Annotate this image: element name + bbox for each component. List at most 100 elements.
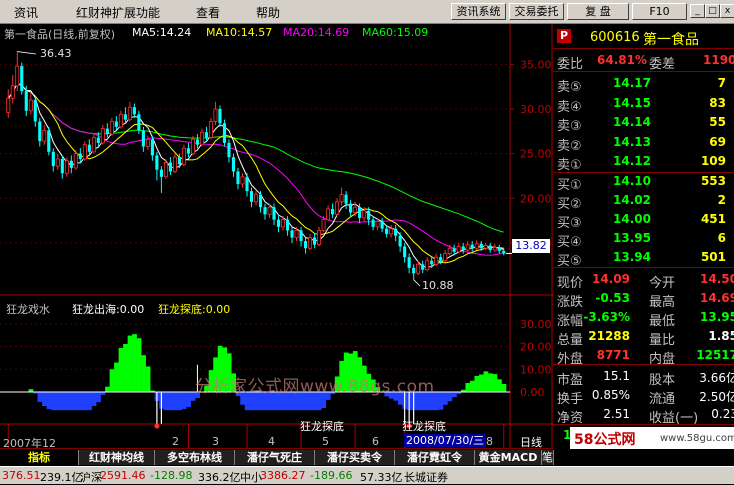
indicator-bar-negative (69, 392, 74, 410)
news-system-button[interactable]: 资讯系统 (451, 3, 506, 20)
stat-row: 总量 21288 量比 1.85 (553, 327, 734, 346)
price-tick-label: 30.00 (520, 103, 552, 116)
replay-button[interactable]: 复 盘 (567, 3, 629, 20)
status-item: 239.1亿 (40, 469, 83, 485)
date-label-5: 6 (372, 435, 379, 448)
ask-price: 14.14 (613, 115, 651, 129)
candle-body (345, 195, 348, 204)
finance-value: 15.1 (603, 369, 630, 383)
tab-indicator-label: 指标 (28, 451, 50, 464)
candle-body (403, 246, 406, 257)
indicator-line1-legend: 狂龙出海:0.00 (72, 301, 144, 317)
indicator-bar-positive (497, 379, 502, 392)
stat-row: 现价 14.09 今开 14.50 (553, 270, 734, 289)
f10-button[interactable]: F10 (632, 3, 687, 20)
status-item: 336.2亿 (198, 469, 241, 485)
indicator-bar-negative (65, 392, 70, 410)
ask-row[interactable]: 卖② 14.13 69 (553, 133, 734, 152)
candle-body (47, 130, 50, 151)
ask-row[interactable]: 卖⑤ 14.17 7 (553, 74, 734, 93)
indicator-bar-negative (177, 392, 182, 410)
candle-body (326, 209, 329, 220)
trade-order-button[interactable]: 交易委托 (509, 3, 564, 20)
candle-body (83, 145, 86, 159)
tab-pan-neon[interactable]: 潘仔霓虹令 (395, 450, 475, 465)
bid-row[interactable]: 买② 14.02 2 (553, 191, 734, 210)
low-price-label: 10.88 (422, 279, 454, 292)
stat-value: -0.53 (595, 291, 630, 305)
ask-row[interactable]: 卖④ 14.15 83 (553, 94, 734, 113)
candle-body (92, 138, 95, 152)
restore-icon[interactable]: □ (705, 4, 720, 18)
candle-body (439, 257, 442, 261)
tab-indicator[interactable]: 指标 (0, 450, 79, 465)
wb-label: 委比 (557, 53, 583, 72)
indicator-line2-legend: 狂龙探底:0.00 (158, 301, 230, 317)
candle-body (349, 204, 352, 213)
close-icon[interactable]: x (720, 4, 734, 18)
finance-row: 市盈 15.1 股本 3.66亿 (553, 367, 734, 386)
ask-price: 14.12 (613, 154, 651, 168)
candle-body (250, 191, 253, 202)
candle-body (65, 161, 68, 174)
status-item: 2591.46 (100, 469, 146, 482)
bid-row[interactable]: 买③ 14.00 451 (553, 210, 734, 229)
minimize-icon[interactable]: _ (690, 4, 705, 18)
bid-volume: 501 (701, 250, 726, 264)
bid-price: 14.00 (613, 212, 651, 226)
stat-row: 涨跌 -0.53 最高 14.69 (553, 289, 734, 308)
indicator-bar-positive (465, 383, 470, 392)
candle-body (484, 246, 487, 249)
menu-item-help[interactable]: 帮助 (256, 4, 280, 21)
candle-body (417, 264, 420, 273)
ask-label: 卖⑤ (557, 76, 582, 95)
menu-item-news[interactable]: 资讯 (14, 4, 38, 21)
candle-body (290, 230, 293, 237)
candle-body (52, 152, 55, 166)
candle-body (254, 195, 257, 202)
status-item: 沪深 (80, 469, 102, 485)
candle-body (137, 114, 140, 130)
bid-row[interactable]: 买④ 13.95 6 (553, 229, 734, 248)
candle-body (241, 177, 244, 184)
status-item: 3386.27 (260, 469, 306, 482)
quote-panel: P 600616 第一食品 委比 64.81% 委差 1190 卖⑤ 14.17… (553, 24, 734, 448)
price-tick-label: 35.00 (520, 58, 552, 71)
candle-body (110, 121, 113, 134)
candle-body (178, 157, 181, 164)
menu-item-extensions[interactable]: 红财神扩展功能 (76, 4, 160, 21)
price-tick-label: 25.00 (520, 148, 552, 161)
indicator-tick-label: 30.00 (520, 318, 552, 331)
menu-item-view[interactable]: 查看 (196, 4, 220, 21)
indicator-bar-negative (51, 392, 56, 410)
candle-body (457, 246, 460, 251)
candle-body (268, 207, 271, 214)
tab-red-god-ma[interactable]: 红财神均线 (79, 450, 155, 465)
tab-pan-qisizhuang[interactable]: 潘仔气死庄 (235, 450, 315, 465)
candle-body (124, 114, 127, 119)
indicator-bar-positive (501, 384, 506, 392)
ask-label: 卖④ (557, 96, 582, 115)
candle-body (209, 121, 212, 137)
ask-row[interactable]: 卖③ 14.14 55 (553, 113, 734, 132)
tab-bollinger[interactable]: 多空布林线 (155, 450, 235, 465)
dragon-bottom-dot (154, 424, 159, 429)
tab-pan-buysell[interactable]: 潘仔买卖令 (315, 450, 395, 465)
indicator-bar-negative (438, 392, 443, 410)
ask-row[interactable]: 卖① 14.12 109 (553, 152, 734, 171)
bid-row[interactable]: 买① 14.10 553 (553, 172, 734, 191)
candle-body (173, 157, 176, 171)
candle-body (106, 129, 109, 134)
candle-body (367, 211, 370, 220)
tab-gold-macd[interactable]: 黄金MACD (475, 450, 542, 465)
tab-more[interactable]: 笔 (542, 450, 554, 465)
status-item: 中小 (240, 469, 262, 485)
date-label-4: 5 (322, 435, 329, 448)
candle-body (313, 238, 316, 245)
bid-row[interactable]: 买⑤ 13.94 501 (553, 248, 734, 267)
stat-value: 12517 (696, 348, 734, 362)
bid-price: 13.94 (613, 250, 651, 264)
candle-body (502, 251, 505, 254)
indicator-bar-negative (164, 392, 169, 410)
bid-volume: 2 (718, 193, 726, 207)
